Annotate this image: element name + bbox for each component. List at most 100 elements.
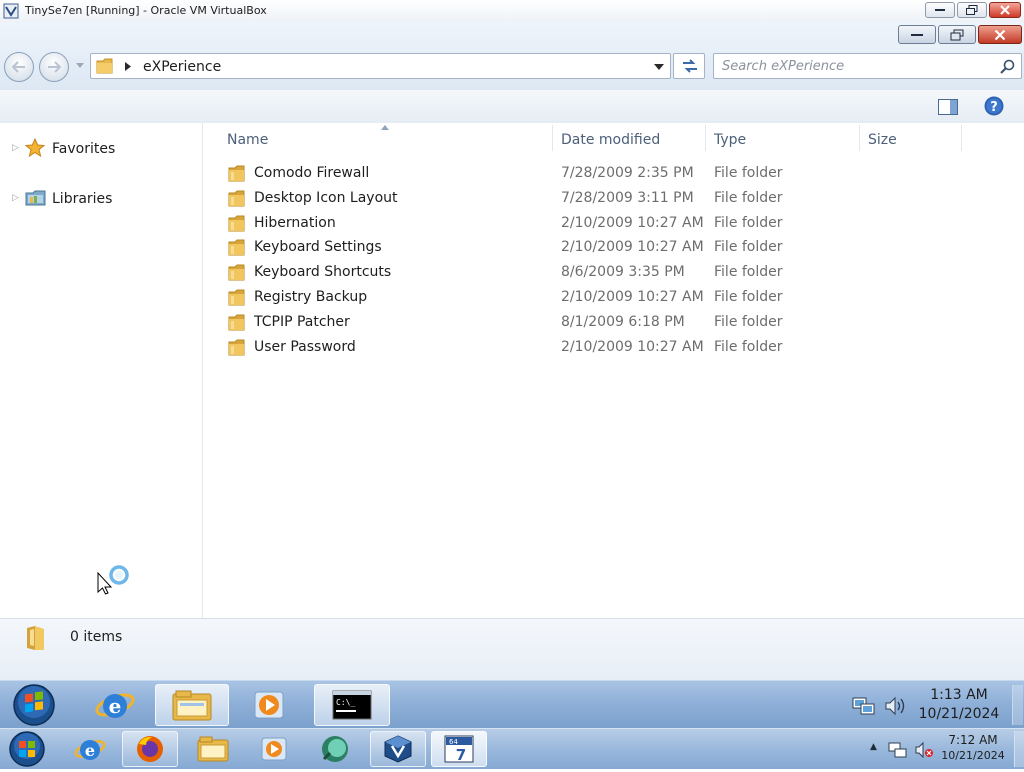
taskbar-media-player[interactable]	[232, 684, 306, 726]
explorer-restore-button[interactable]	[938, 25, 976, 44]
network-icon[interactable]	[852, 695, 876, 717]
host-start-button[interactable]	[6, 730, 48, 768]
command-bar: ?	[0, 90, 1024, 124]
restore-button[interactable]	[957, 2, 987, 18]
guest-clock[interactable]: 1:13 AM 10/21/2024	[914, 687, 1004, 722]
file-name: TCPIP Patcher	[254, 313, 350, 330]
taskbar-command-prompt[interactable]: C:\_	[314, 684, 390, 726]
start-orb	[9, 731, 45, 767]
file-name: Keyboard Shortcuts	[254, 264, 392, 281]
clock-date: 10/21/2024	[918, 706, 1000, 722]
file-date-modified: 8/6/2009 3:35 PM	[561, 264, 685, 281]
table-row[interactable]: Hibernation 2/10/2009 10:27 AM File folder	[223, 212, 1003, 236]
column-header-size[interactable]: Size	[868, 132, 897, 148]
taskbar-windows-explorer[interactable]	[155, 684, 229, 726]
preview-pane-icon[interactable]	[938, 99, 958, 115]
file-date-modified: 7/28/2009 3:11 PM	[561, 189, 694, 206]
volume-muted-icon[interactable]	[914, 741, 934, 759]
expand-caret-icon[interactable]: ▷	[12, 143, 19, 153]
navigation-pane: ▷ Favorites ▷ Libraries	[0, 123, 203, 618]
nav-item-label: Libraries	[52, 191, 113, 207]
column-header-type[interactable]: Type	[714, 132, 746, 148]
breadcrumb-chevron-icon[interactable]	[125, 62, 131, 71]
table-row[interactable]: Keyboard Shortcuts 8/6/2009 3:35 PM File f…	[223, 261, 1003, 285]
column-divider[interactable]	[961, 125, 962, 151]
file-type: File folder	[714, 338, 783, 355]
explorer-minimize-button[interactable]	[898, 25, 936, 44]
host-taskbar-virtualbox[interactable]	[370, 731, 426, 767]
refresh-button[interactable]	[673, 53, 705, 79]
file-date-modified: 2/10/2009 10:27 AM	[561, 239, 704, 256]
file-type: File folder	[714, 165, 783, 181]
show-hidden-icons-button[interactable]: ▲	[870, 742, 877, 752]
file-name: Hibernation	[254, 214, 336, 231]
table-row[interactable]: Comodo Firewall 7/28/2009 2:35 PM File fol…	[223, 162, 1003, 186]
search-input[interactable]	[722, 57, 987, 75]
svg-text:e: e	[109, 694, 122, 718]
recent-pages-dropdown-icon[interactable]	[76, 63, 84, 69]
forward-button[interactable]	[39, 52, 69, 82]
window-title: TinySe7en [Running] - Oracle VM VirtualB…	[25, 4, 267, 17]
folder-icon	[227, 289, 247, 311]
file-type: File folder	[714, 239, 783, 256]
sort-ascending-icon	[381, 125, 389, 130]
file-date-modified: 2/10/2009 10:27 AM	[561, 289, 704, 305]
nav-item-label: Favorites	[52, 141, 116, 157]
svg-text:?: ?	[990, 100, 998, 115]
column-divider[interactable]	[705, 125, 706, 151]
table-row[interactable]: Registry Backup 2/10/2009 10:27 AM File fo…	[223, 286, 1003, 310]
address-bar[interactable]: eXPerience	[90, 53, 671, 79]
file-date-modified: 8/1/2009 6:18 PM	[561, 313, 685, 330]
minimize-button[interactable]	[925, 2, 955, 18]
internet-explorer-icon: e	[95, 693, 135, 718]
table-row[interactable]: TCPIP Patcher 8/1/2009 6:18 PM File folder	[223, 311, 1003, 335]
app-icon	[322, 736, 348, 762]
search-icon[interactable]	[1000, 59, 1016, 75]
svg-text:64: 64	[449, 738, 458, 746]
start-button[interactable]	[9, 683, 59, 727]
breadcrumb-current[interactable]: eXPerience	[143, 59, 221, 75]
host-taskbar-tinyse7en[interactable]: 64 7	[431, 731, 487, 767]
minimize-icon	[935, 9, 945, 11]
taskbar-internet-explorer[interactable]: e	[78, 684, 152, 726]
network-icon[interactable]	[888, 741, 908, 759]
windows-explorer-icon	[172, 690, 212, 721]
nav-item-favorites[interactable]: ▷ Favorites	[0, 137, 200, 161]
host-taskbar-internet-explorer[interactable]: e	[62, 731, 118, 767]
show-desktop-button[interactable]	[1012, 685, 1023, 725]
clock-time: 1:13 AM	[930, 687, 988, 703]
virtualbox-icon	[3, 3, 19, 19]
table-row[interactable]: User Password 2/10/2009 10:27 AM File fold…	[223, 336, 1003, 360]
internet-explorer-icon: e	[74, 740, 106, 760]
volume-icon[interactable]	[884, 696, 908, 716]
explorer-close-button[interactable]	[978, 25, 1022, 44]
host-taskbar-windows-explorer[interactable]	[185, 731, 241, 767]
host-clock[interactable]: 7:12 AM 10/21/2024	[936, 733, 1010, 762]
file-name: User Password	[254, 338, 356, 355]
close-icon	[1000, 5, 1010, 15]
address-dropdown-icon[interactable]	[654, 64, 664, 70]
minimize-icon	[911, 33, 923, 36]
folder-icon	[227, 190, 247, 212]
column-header-date-modified[interactable]: Date modified	[561, 132, 660, 148]
file-type: File folder	[714, 289, 783, 305]
nav-item-libraries[interactable]: ▷ Libraries	[0, 187, 200, 211]
table-row[interactable]: Keyboard Settings 2/10/2009 10:27 AM File …	[223, 236, 1003, 260]
host-show-desktop-button[interactable]	[1014, 731, 1024, 767]
clock-date: 10/21/2024	[941, 749, 1005, 762]
help-icon[interactable]: ?	[984, 96, 1004, 116]
search-box[interactable]	[713, 53, 1022, 79]
expand-caret-icon[interactable]: ▷	[12, 193, 19, 203]
column-divider[interactable]	[552, 125, 553, 151]
table-row[interactable]: Desktop Icon Layout 7/28/2009 3:11 PM File…	[223, 187, 1003, 211]
back-arrow-icon	[12, 61, 25, 73]
svg-text:7: 7	[456, 746, 466, 764]
host-taskbar-app[interactable]	[308, 731, 364, 767]
close-button[interactable]	[989, 2, 1021, 18]
host-taskbar-media-player[interactable]	[246, 731, 302, 767]
file-date-modified: 7/28/2009 2:35 PM	[561, 165, 694, 181]
host-taskbar-firefox[interactable]	[122, 731, 178, 767]
back-button[interactable]	[4, 52, 34, 82]
column-header-name[interactable]: Name	[227, 132, 268, 148]
column-divider[interactable]	[859, 125, 860, 151]
